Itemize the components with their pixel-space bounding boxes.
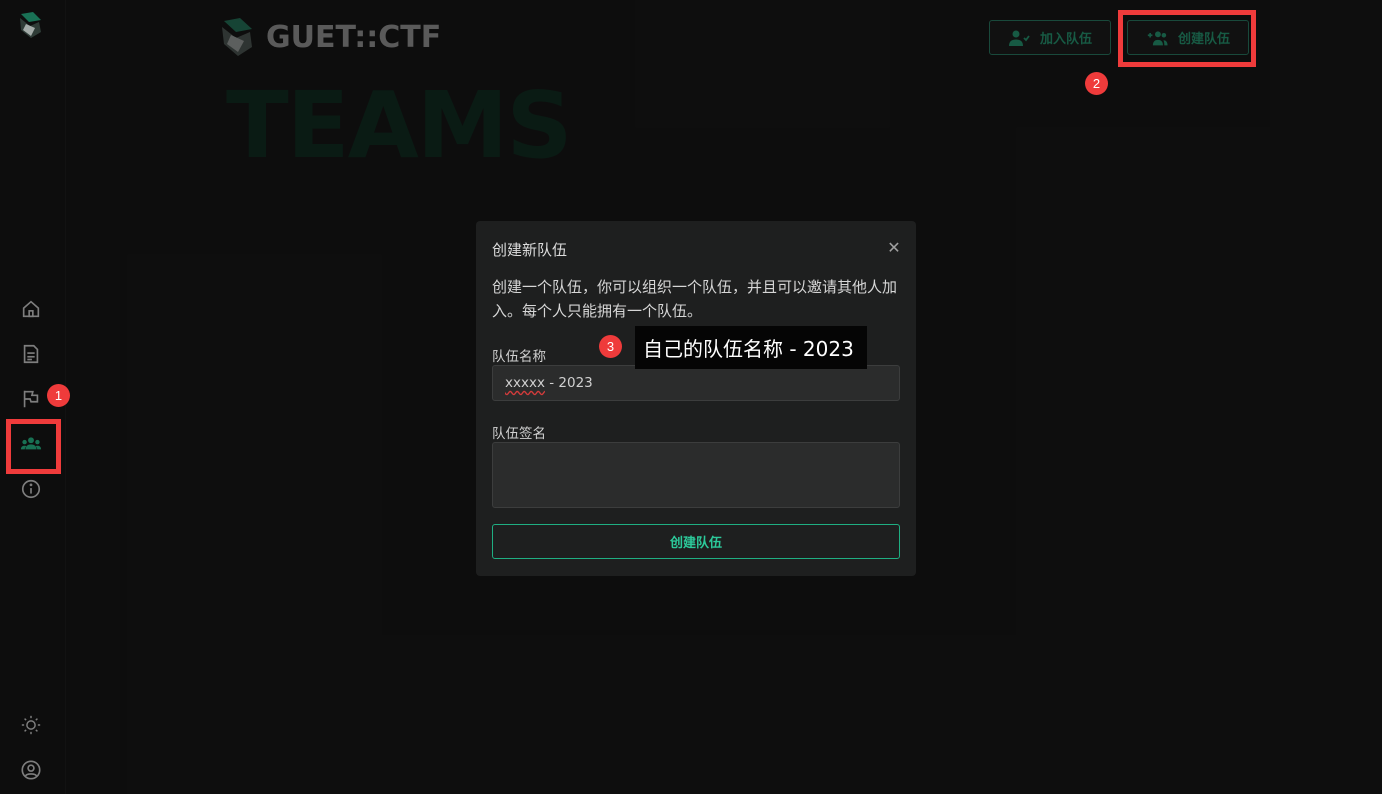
create-team-modal: 创建新队伍 ✕ 创建一个队伍，你可以组织一个队伍，并且可以邀请其他人加入。每个人… xyxy=(476,221,916,576)
annotation-tooltip-3: 自己的队伍名称 - 2023 xyxy=(635,326,867,369)
team-name-input[interactable]: xxxxx - 2023 xyxy=(492,365,900,401)
modal-title: 创建新队伍 xyxy=(492,241,568,259)
annotation-badge-3: 3 xyxy=(599,335,622,358)
team-name-label: 队伍名称 xyxy=(492,349,546,365)
team-signature-label: 队伍签名 xyxy=(492,426,546,442)
annotation-badge-2: 2 xyxy=(1085,72,1108,95)
modal-description: 创建一个队伍，你可以组织一个队伍，并且可以邀请其他人加入。每个人只能拥有一个队伍… xyxy=(492,278,898,320)
create-team-submit-button[interactable]: 创建队伍 xyxy=(492,524,900,559)
team-name-value-prefix: xxxxx xyxy=(505,375,545,391)
annotation-box-2 xyxy=(1118,10,1256,67)
team-signature-textarea[interactable] xyxy=(492,442,900,508)
annotation-box-1 xyxy=(6,419,61,474)
team-name-value-suffix: - 2023 xyxy=(544,375,593,391)
close-icon[interactable]: ✕ xyxy=(886,240,902,256)
annotation-badge-1: 1 xyxy=(47,384,70,407)
